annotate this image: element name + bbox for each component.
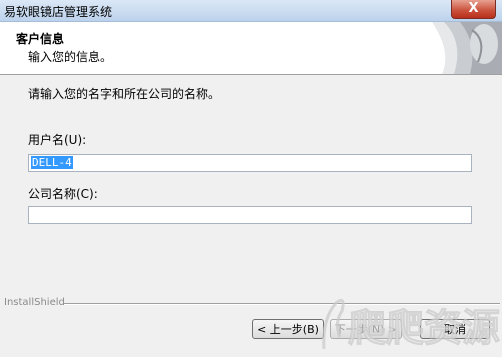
username-label: 用户名(U): — [28, 133, 87, 147]
back-button-label: < 上一步(B) — [257, 323, 319, 336]
header-subtitle: 输入您的信息。 — [28, 50, 113, 64]
username-value: DELL-4 — [31, 156, 73, 169]
next-button-label: 下一步(N) > — [334, 323, 398, 336]
cancel-button-label: 取消 — [444, 323, 466, 336]
wizard-content: 请输入您的名字和所在公司的名称。 用户名(U): DELL-4 公司名称(C): — [0, 75, 502, 295]
next-button[interactable]: 下一步(N) > — [330, 319, 402, 339]
username-input[interactable]: DELL-4 — [28, 154, 472, 172]
footer-divider — [64, 303, 500, 305]
company-label: 公司名称(C): — [28, 187, 98, 201]
window-title: 易软眼镜店管理系统 — [4, 5, 113, 19]
instruction-text: 请输入您的名字和所在公司的名称。 — [28, 87, 221, 101]
close-button[interactable]: X — [451, 0, 496, 19]
title-bar: 易软眼镜店管理系统 X — [0, 0, 502, 22]
header-decoration-icon — [432, 22, 502, 74]
close-icon: X — [468, 1, 479, 16]
back-button[interactable]: < 上一步(B) — [252, 319, 324, 339]
installshield-brand: InstallShield — [4, 297, 65, 308]
wizard-header: 客户信息 输入您的信息。 — [0, 22, 502, 75]
company-input[interactable] — [28, 206, 472, 224]
cancel-button[interactable]: 取消 — [420, 319, 490, 339]
header-title: 客户信息 — [16, 32, 65, 46]
